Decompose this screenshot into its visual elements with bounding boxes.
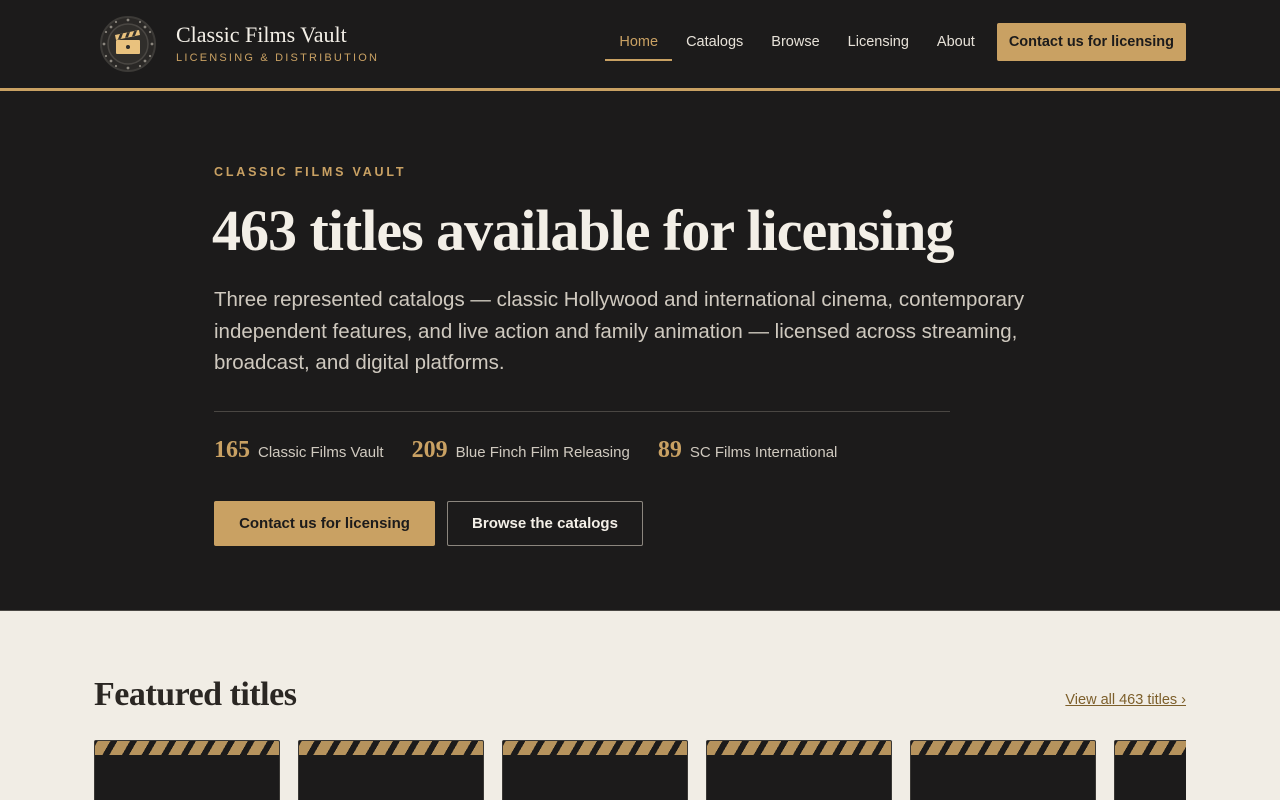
featured-titles-heading: Featured titles xyxy=(94,676,297,713)
clapperboard-stripe-icon xyxy=(911,741,1095,756)
featured-title-card[interactable] xyxy=(1114,740,1186,800)
clapperboard-stripe-icon xyxy=(707,741,891,756)
clapperboard-stripe-icon xyxy=(299,741,483,756)
featured-title-card[interactable] xyxy=(706,740,892,800)
browse-catalogs-button[interactable]: Browse the catalogs xyxy=(447,501,643,546)
hero-description: Three represented catalogs — classic Hol… xyxy=(214,288,1025,374)
catalog-stats: 165 Classic Films Vault 209 Blue Finch F… xyxy=(214,437,865,464)
stat-label: SC Films International xyxy=(689,444,838,461)
featured-cards-row xyxy=(94,740,1186,800)
nav-home[interactable]: Home xyxy=(605,23,673,61)
clapperboard-stripe-icon xyxy=(95,741,279,756)
featured-title-card[interactable] xyxy=(502,740,688,800)
nav-catalogs[interactable]: Catalogs xyxy=(672,23,757,61)
stat-classic-films-vault: 165 Classic Films Vault xyxy=(214,437,384,464)
clapperboard-stripe-icon xyxy=(503,741,687,756)
hero-title: 463 titles available for licensing xyxy=(212,198,954,263)
stat-label: Classic Films Vault xyxy=(258,444,384,461)
main-nav: Home Catalogs Browse Licensing About Con… xyxy=(605,23,1186,61)
stat-count: 209 xyxy=(411,437,448,463)
stat-label: Blue Finch Film Releasing xyxy=(455,444,630,461)
hero-eyebrow: CLASSIC FILMS VAULT xyxy=(214,165,407,179)
site-header: Classic Films Vault LICENSING & DISTRIBU… xyxy=(0,0,1280,91)
film-reel-logo-icon[interactable] xyxy=(100,16,156,72)
nav-about[interactable]: About xyxy=(923,23,989,61)
featured-title-card[interactable] xyxy=(910,740,1096,800)
stat-count: 165 xyxy=(214,437,250,463)
contact-licensing-button[interactable]: Contact us for licensing xyxy=(214,501,435,546)
featured-title-card[interactable] xyxy=(94,740,280,800)
nav-contact-button[interactable]: Contact us for licensing xyxy=(996,23,1186,61)
featured-title-card[interactable] xyxy=(298,740,484,800)
brand-title[interactable]: Classic Films Vault xyxy=(176,22,347,48)
hero-divider xyxy=(214,411,950,412)
nav-browse[interactable]: Browse xyxy=(757,23,833,61)
hero-section: CLASSIC FILMS VAULT 463 titles available… xyxy=(0,91,1280,611)
brand-subtitle: LICENSING & DISTRIBUTION xyxy=(176,52,380,64)
nav-licensing[interactable]: Licensing xyxy=(834,23,923,61)
view-all-titles-link[interactable]: View all 463 titles › xyxy=(1065,692,1186,708)
stat-count: 89 xyxy=(657,437,682,463)
stat-blue-finch: 209 Blue Finch Film Releasing xyxy=(412,437,630,464)
stat-sc-films: 89 SC Films International xyxy=(658,437,838,464)
clapperboard-stripe-icon xyxy=(1115,741,1186,756)
